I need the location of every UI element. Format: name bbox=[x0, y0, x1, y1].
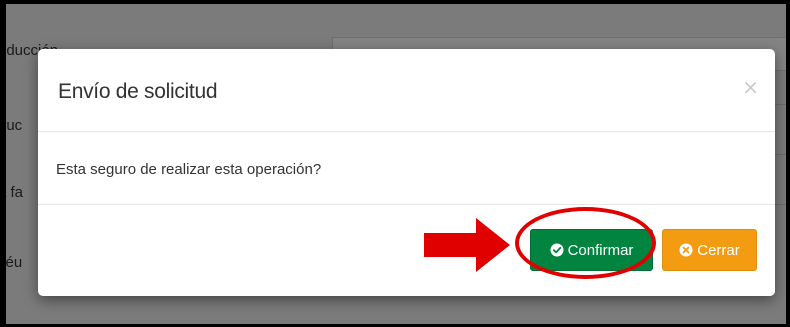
close-icon[interactable]: × bbox=[742, 75, 759, 99]
background-label-2: duc bbox=[6, 117, 23, 134]
background-label-4: céu bbox=[6, 254, 23, 271]
cancel-button[interactable]: Cerrar bbox=[662, 229, 757, 271]
confirm-button[interactable]: Confirmar bbox=[530, 229, 653, 271]
cancel-label: Cerrar bbox=[697, 241, 740, 259]
confirmation-dialog: Envío de solicitud × Esta seguro de real… bbox=[38, 49, 775, 296]
dialog-title: Envío de solicitud bbox=[58, 80, 218, 103]
footer-divider bbox=[38, 204, 775, 205]
times-circle-icon bbox=[679, 243, 693, 257]
dialog-header: Envío de solicitud × bbox=[38, 49, 775, 131]
confirm-label: Confirmar bbox=[567, 241, 634, 259]
dialog-message: Esta seguro de realizar esta operación? bbox=[56, 161, 322, 178]
background-label-3: a fa bbox=[6, 184, 24, 201]
screenshot-frame: oducción duc a fa céu Envío de solicitud… bbox=[0, 0, 790, 327]
header-divider bbox=[38, 131, 775, 132]
check-circle-icon bbox=[550, 243, 564, 257]
